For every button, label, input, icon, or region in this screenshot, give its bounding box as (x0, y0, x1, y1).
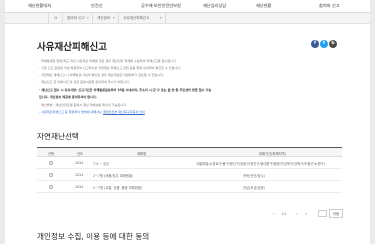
row-disaster-name: 2~7월 (태풍/호우 피해현황) (93, 174, 134, 178)
table-row[interactable]: 2024 2~7월 (태풍/호우 피해현황) 전북(진안/장수) (37, 169, 342, 181)
notice-line: - 확인방법 : 재난안전포털 등에서 재난 피해상황 확인이 가능합니다. (39, 103, 127, 107)
row-year: 2024 (75, 173, 84, 177)
breadcrumb-divider (92, 13, 93, 24)
disaster-table: 선택 년도 재해명 피해기간(피해지역) 2024 7.4 ~ 호우 서울특별시… (37, 147, 342, 193)
page-info: 1/1 (281, 212, 287, 216)
breadcrumb-item-1[interactable]: 참여와 신고 (67, 16, 85, 21)
row-disaster-name: 2~7월 (교통, 강풍, 풍랑 피해현황) (93, 186, 143, 190)
page-title: 사유재산피해신고 (37, 42, 107, 53)
column-header: 선택 (48, 152, 55, 156)
notice-line: - 자연재난 재해신고 시 피해발생 사실이 확인된 경우 재난지원금 지원여부… (39, 73, 164, 77)
notice-line: - 재난신고 전 피해사진 및 관련 증빙서류를 준비하여 주시기 바랍니다. (39, 80, 130, 84)
nav-item-6[interactable]: 참여와 신고 (319, 3, 340, 9)
table-header: 선택 년도 재해명 피해기간(피해지역) (37, 148, 342, 157)
notice-link-prefix: - 사유재산피해신고 등 행정처리 방법에 대해서는 (39, 110, 102, 114)
notice-important: - 재난신고 접수 시 유의사항: 신고기간은 피해발생일로부터 10일 이내이… (39, 88, 212, 92)
chevron-down-icon[interactable]: ▾ (160, 16, 162, 20)
breadcrumb-item-3[interactable]: 사유재산피해신고 (123, 16, 149, 21)
column-header: 년도 (77, 152, 84, 156)
row-region: 전남(보성/영광) (243, 186, 265, 190)
nav-item-5[interactable]: 재난현황 (256, 3, 271, 9)
column-header: 재해명 (137, 152, 147, 156)
facebook-icon[interactable]: f (311, 40, 319, 48)
go-page-button[interactable]: 이동 (329, 209, 343, 218)
breadcrumb-divider (48, 13, 49, 24)
row-radio[interactable] (49, 185, 53, 189)
notice-line: - 기존 신고·감면된 작성 방문하여 신고하시면 자연재난 피해신고 관련 공… (39, 66, 182, 70)
notice-link-line: - 사유재산피해신고 등 행정처리 방법에 대해서는 행정안전부 재난복구지원과… (39, 109, 145, 114)
row-radio[interactable] (49, 173, 53, 177)
notice-line: - 피해발생일 현재(최근 3년) 사유재산 피해를 입은 경우 재난안전 피해… (39, 59, 177, 63)
guide-link[interactable]: 행정안전부 재난복구지원과 안내 (103, 110, 145, 114)
breadcrumb: ⌂ 참여와 신고 ▾ 개인정보 ▾ 사유재산피해신고 ▾ (5, 13, 370, 24)
consent-heading: 개인정보 수집, 이용 등에 대한 동의 (37, 232, 150, 241)
table-row[interactable]: 2024 2~7월 (교통, 강풍, 풍랑 피해현황) 전남(보성/영광) (37, 181, 342, 193)
row-year: 2024 (75, 185, 84, 189)
row-region: 전북(진안/장수) (243, 174, 265, 178)
row-disaster-name: 7.4 ~ 호우 (93, 162, 110, 166)
nav-item-3[interactable]: 공수해·보안안전안보원 (141, 3, 181, 9)
notice-important: 입니다. 개인정보 제공에 동의하셔야 합니다. (39, 95, 97, 99)
top-navigation: 재난현황대처 안전신 공수해·보안안전안보원 재난심리상담 재난현황 참여와 신… (5, 0, 370, 13)
prev-page-icon[interactable]: ‹ (273, 212, 274, 216)
disaster-select-heading: 자연재난선택 (37, 132, 79, 141)
nav-item-2[interactable]: 안전신 (91, 3, 103, 9)
breadcrumb-divider (118, 13, 119, 24)
home-icon[interactable]: ⌂ (54, 16, 57, 21)
blog-icon[interactable]: b (329, 40, 337, 48)
column-header: 피해기간(피해지역) (259, 152, 286, 156)
breadcrumb-divider (165, 13, 166, 24)
chevron-down-icon[interactable]: ▾ (113, 16, 115, 20)
breadcrumb-divider (62, 13, 63, 24)
table-row[interactable]: 2024 7.4 ~ 호우 서울특별시(종로구/중구/용산구/성동구/광진구/동… (37, 157, 342, 169)
nav-item-1[interactable]: 재난현황대처 (28, 3, 51, 9)
nav-item-4[interactable]: 재난심리상담 (203, 3, 226, 9)
last-page-icon[interactable]: » (305, 212, 307, 216)
page-number-input[interactable] (318, 210, 327, 217)
row-region: 서울특별시(종로구/중구/용산구/성동구/광진구/동대문구/중랑구/성북구/강북… (196, 162, 325, 166)
row-radio[interactable] (49, 161, 53, 165)
page-card: 재난현황대처 안전신 공수해·보안안전안보원 재난심리상담 재난현황 참여와 신… (5, 0, 370, 244)
twitter-icon[interactable]: t (320, 40, 328, 48)
chevron-down-icon[interactable]: ▾ (87, 16, 89, 20)
next-page-icon[interactable]: › (296, 212, 297, 216)
row-year: 2024 (75, 161, 84, 165)
breadcrumb-item-2[interactable]: 개인정보 (97, 16, 110, 21)
